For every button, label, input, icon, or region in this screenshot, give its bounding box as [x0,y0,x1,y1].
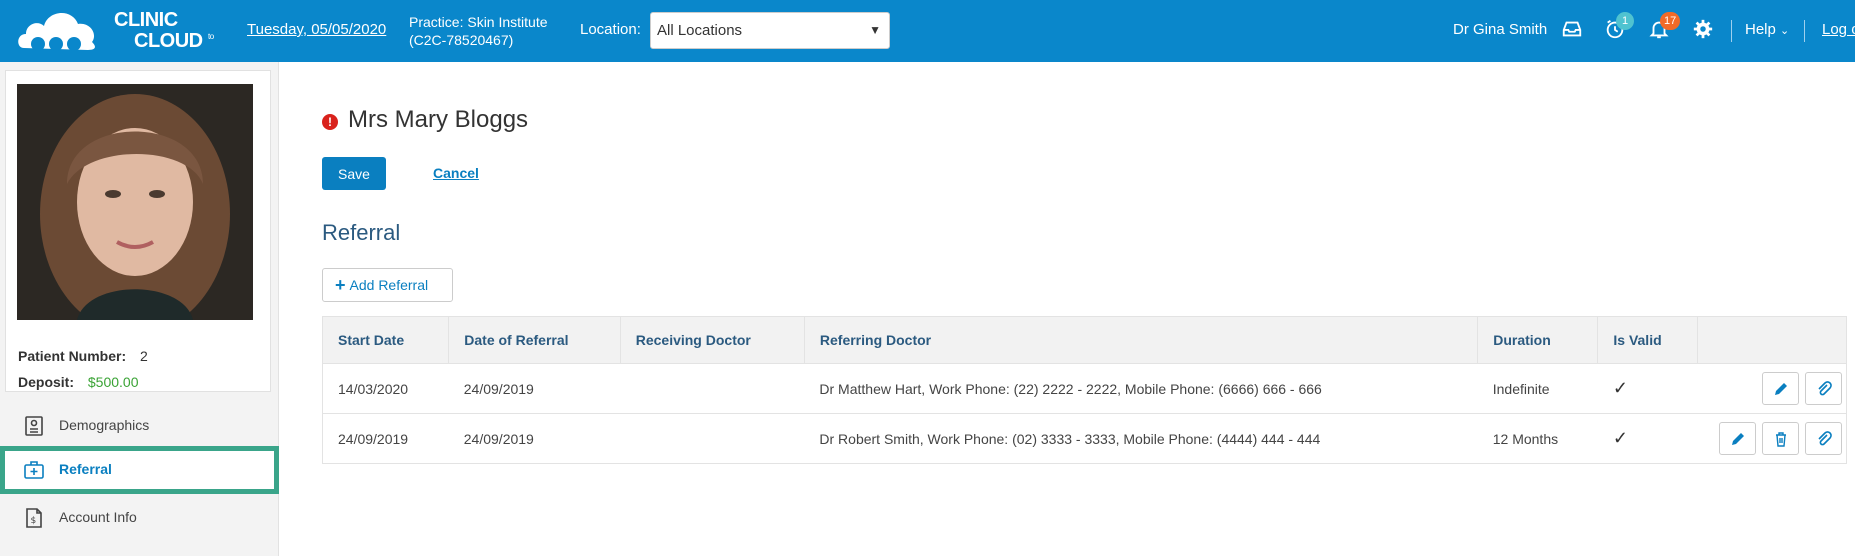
logo-line2: CLOUD [134,30,203,52]
add-referral-label: Add Referral [349,276,429,293]
delete-button[interactable] [1762,422,1799,455]
duration-cell: Indefinite [1477,363,1598,414]
sidebar-item-account-info[interactable]: $ Account Info [0,494,279,542]
attach-button[interactable] [1805,422,1842,455]
help-label: Help [1745,21,1776,38]
location-select[interactable]: All Locations ▼ [650,12,890,49]
deposit-label: Deposit: [18,374,74,390]
notifications-badge: 17 [1660,12,1681,30]
patient-profile-card: Patient Number: 2 Deposit: $500.00 [5,70,271,392]
deposit-value: $500.00 [87,374,139,390]
sidebar-item-label: Referral [59,461,112,477]
chevron-down-icon: ⌄ [1780,25,1790,37]
gear-icon[interactable] [1692,18,1718,44]
bell-icon[interactable]: 17 [1648,12,1681,44]
pencil-icon [1775,383,1787,395]
alert-icon[interactable]: ! [322,114,338,130]
practice-info: Practice: Skin Institute (C2C-78520467) [409,13,548,49]
sidebar-item-demographics[interactable]: Demographics [0,402,279,450]
dropdown-caret-icon: ▼ [869,23,881,37]
logo-to: to [208,32,214,41]
duration-cell: 12 Months [1477,413,1598,464]
row-actions [1697,363,1847,414]
inbox-icon[interactable] [1561,18,1587,44]
sidebar-item-label: Account Info [59,509,137,525]
start-date-cell: 14/03/2020 [321,363,449,414]
deposit: Deposit: $500.00 [18,374,139,390]
attach-button[interactable] [1805,372,1842,405]
practice-id: (C2C-78520467) [409,32,514,48]
trash-icon [1776,432,1786,447]
table-header-row: Start Date Date of Referral Receiving Do… [321,316,1847,364]
column-header[interactable]: Referring Doctor [803,316,1479,364]
patient-name: Mrs Mary Bloggs [348,106,529,133]
edit-button[interactable] [1762,372,1799,405]
section-title: Referral [322,220,401,245]
column-header[interactable]: Duration [1477,316,1599,364]
table-row: 14/03/2020 24/09/2019 Dr Matthew Hart, W… [321,363,1847,414]
logout-link[interactable]: Log out [1822,21,1855,38]
table-row: 24/09/2019 24/09/2019 Dr Robert Smith, W… [321,413,1847,464]
checkmark-icon: ✓ [1612,428,1628,448]
patient-number: Patient Number: 2 [18,348,148,364]
date-of-referral-cell: 24/09/2019 [448,363,621,414]
is-valid-cell: ✓ [1597,413,1698,464]
column-header [1697,316,1847,364]
reminders-badge: 1 [1616,12,1634,30]
user-name[interactable]: Dr Gina Smith [1453,21,1547,38]
location-value: All Locations [657,22,743,39]
location-label: Location: [580,21,641,38]
sidebar-item-referral[interactable]: Referral [0,446,279,494]
date-of-referral-cell: 24/09/2019 [448,413,621,464]
pencil-icon [1732,433,1744,445]
is-valid-cell: ✓ [1597,363,1698,414]
patient-number-label: Patient Number: [18,348,127,364]
receiving-doctor-cell [620,413,805,464]
referring-doctor-cell: Dr Matthew Hart, Work Phone: (22) 2222 -… [804,363,1478,414]
medical-case-icon [22,458,46,482]
patient-number-value: 2 [140,348,148,364]
header-divider [1731,20,1732,42]
referrals-table: Start Date Date of Referral Receiving Do… [321,316,1847,464]
edit-button[interactable] [1719,422,1756,455]
row-actions [1697,413,1847,464]
id-card-icon [22,414,46,438]
alarm-clock-icon[interactable]: 1 [1604,12,1634,44]
top-header: CLINIC to CLOUD Tuesday, 05/05/2020 Prac… [0,0,1855,62]
svg-text:$: $ [31,516,37,526]
patient-sidebar: Patient Number: 2 Deposit: $500.00 Demog… [0,62,279,556]
help-menu[interactable]: Help ⌄ [1745,21,1789,38]
column-header[interactable]: Receiving Doctor [619,316,805,364]
logo-line1: CLINIC [114,9,178,31]
checkmark-icon: ✓ [1612,378,1628,398]
column-header[interactable]: Date of Referral [448,316,621,364]
receiving-doctor-cell [620,363,805,414]
cancel-button[interactable]: Cancel [433,165,479,181]
invoice-dollar-icon: $ [22,506,46,530]
sidebar-item-label: Demographics [59,417,150,433]
plus-icon: + [335,274,346,295]
add-referral-button[interactable]: + Add Referral [322,268,453,302]
practice-name: Practice: Skin Institute [409,14,548,30]
clinic-to-cloud-logo[interactable]: CLINIC to CLOUD [18,4,214,56]
current-date-link[interactable]: Tuesday, 05/05/2020 [247,21,386,38]
header-divider [1804,20,1805,42]
patient-photo [17,84,253,320]
paperclip-icon [1818,381,1832,396]
referring-doctor-cell: Dr Robert Smith, Work Phone: (02) 3333 -… [804,413,1478,464]
start-date-cell: 24/09/2019 [321,413,449,464]
column-header[interactable]: Is Valid [1597,316,1699,364]
paperclip-icon [1818,431,1832,446]
column-header[interactable]: Start Date [321,316,450,364]
save-button[interactable]: Save [322,157,386,190]
